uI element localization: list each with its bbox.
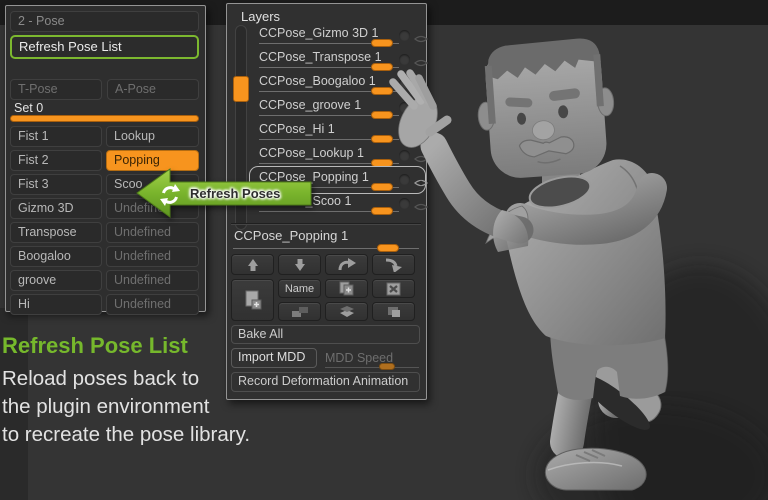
pose-panel-header[interactable]: 2 - Pose <box>10 11 199 32</box>
layer-name: CCPose_Hi 1 <box>259 122 335 136</box>
layers-panel-title: Layers <box>241 9 280 24</box>
eye-icon[interactable] <box>414 199 428 217</box>
refresh-icon <box>158 183 182 207</box>
eye-icon[interactable] <box>414 55 428 73</box>
layer-intensity-slider[interactable] <box>371 207 393 215</box>
record-dot-icon[interactable] <box>399 126 410 137</box>
rename-layer-button[interactable]: Name <box>278 279 321 298</box>
flatten-layer-icon <box>386 305 402 318</box>
layer-name: CCPose_Boogaloo 1 <box>259 74 376 88</box>
new-layer-button[interactable] <box>231 279 274 321</box>
pose-slot-boogaloo[interactable]: Boogaloo <box>10 246 102 267</box>
layer-name: CCPose_Transpose 1 <box>259 50 382 64</box>
set-label: Set 0 <box>14 101 43 115</box>
a-pose-button[interactable]: A-Pose <box>107 79 199 100</box>
caption-line-3: to recreate the pose library. <box>2 421 262 449</box>
pose-slot-transpose[interactable]: Transpose <box>10 222 102 243</box>
layer-row-hi[interactable]: CCPose_Hi 1 <box>257 122 423 144</box>
move-layer-down-button[interactable] <box>278 254 321 275</box>
delete-layer-button[interactable] <box>372 279 415 298</box>
layer-row-lookup[interactable]: CCPose_Lookup 1 <box>257 146 423 168</box>
merge-down-button[interactable] <box>278 302 321 321</box>
record-dot-icon[interactable] <box>399 102 410 113</box>
layer-intensity-slider[interactable] <box>371 135 393 143</box>
record-dot-icon[interactable] <box>399 150 410 161</box>
pose-slot-fist2[interactable]: Fist 2 <box>10 150 102 171</box>
active-layer-slider[interactable] <box>377 244 399 252</box>
eye-icon[interactable] <box>414 127 428 145</box>
branch-down-button[interactable] <box>372 254 415 275</box>
refresh-pose-list-button[interactable]: Refresh Pose List <box>10 35 199 59</box>
merge-down-icon <box>291 306 309 318</box>
split-layer-button[interactable] <box>325 302 368 321</box>
set-slider[interactable] <box>10 115 199 122</box>
duplicate-layer-button[interactable] <box>325 279 368 298</box>
pose-slot-fist1[interactable]: Fist 1 <box>10 126 102 147</box>
pose-slot-hi[interactable]: Hi <box>10 294 102 315</box>
refresh-poses-callout: Refresh Poses <box>134 166 314 220</box>
eye-icon[interactable] <box>414 79 428 97</box>
layer-intensity-slider[interactable] <box>371 87 393 95</box>
arrow-down-icon <box>292 258 308 272</box>
eye-icon[interactable] <box>414 31 428 49</box>
layer-name: CCPose_Gizmo 3D 1 <box>259 26 379 40</box>
layers-scroll-handle[interactable] <box>233 76 249 102</box>
eye-icon[interactable] <box>414 175 428 193</box>
layer-intensity-slider[interactable] <box>371 63 393 71</box>
record-deformation-button[interactable]: Record Deformation Animation <box>231 372 420 392</box>
flatten-layer-button[interactable] <box>372 302 415 321</box>
zbrush-workspace: 2 - Pose Refresh Pose List T-Pose A-Pose… <box>0 0 768 500</box>
move-layer-up-button[interactable] <box>231 254 274 275</box>
mdd-speed-track <box>325 367 419 368</box>
active-layer-name: CCPose_Popping 1 <box>234 228 348 243</box>
layer-row-gizmo3d[interactable]: CCPose_Gizmo 3D 1 <box>257 26 423 48</box>
pose-slot-groove[interactable]: groove <box>10 270 102 291</box>
refresh-poses-label: Refresh Poses <box>190 186 280 201</box>
layer-row-transpose[interactable]: CCPose_Transpose 1 <box>257 50 423 72</box>
layer-intensity-slider[interactable] <box>371 111 393 119</box>
pose-slot-gizmo3d[interactable]: Gizmo 3D <box>10 198 102 219</box>
arrow-up-icon <box>245 258 261 272</box>
mdd-speed-slider[interactable] <box>379 363 395 370</box>
duplicate-icon <box>338 281 356 296</box>
layer-intensity-slider[interactable] <box>371 39 393 47</box>
curved-arrow-right-icon <box>337 257 357 272</box>
caption-block: Refresh Pose List Reload poses back to t… <box>2 333 262 449</box>
pose-slot-fist3[interactable]: Fist 3 <box>10 174 102 195</box>
layer-row-boogaloo[interactable]: CCPose_Boogaloo 1 <box>257 74 423 96</box>
record-dot-icon[interactable] <box>399 54 410 65</box>
pose-slot-undefined-3[interactable]: Undefined <box>106 246 199 267</box>
layer-name: CCPose_Lookup 1 <box>259 146 364 160</box>
layer-name: CCPose_groove 1 <box>259 98 361 112</box>
pose-plugin-panel: 2 - Pose Refresh Pose List T-Pose A-Pose… <box>5 5 206 312</box>
curved-arrow-down-right-icon <box>384 257 404 272</box>
layer-intensity-slider[interactable] <box>371 183 393 191</box>
bake-all-button[interactable]: Bake All <box>231 325 420 344</box>
eye-icon[interactable] <box>414 103 428 121</box>
pose-slot-lookup[interactable]: Lookup <box>106 126 199 147</box>
delete-icon <box>386 282 401 296</box>
pose-slot-undefined-2[interactable]: Undefined <box>106 222 199 243</box>
t-pose-button[interactable]: T-Pose <box>10 79 102 100</box>
new-layer-icon <box>244 290 262 310</box>
separator <box>231 223 421 224</box>
split-layer-icon <box>339 305 355 318</box>
caption-title: Refresh Pose List <box>2 333 262 359</box>
layer-row-groove[interactable]: CCPose_groove 1 <box>257 98 423 120</box>
record-dot-icon[interactable] <box>399 78 410 89</box>
record-dot-icon[interactable] <box>399 198 410 209</box>
import-mdd-button[interactable]: Import MDD <box>231 348 317 368</box>
caption-line-2: the plugin environment <box>2 393 262 421</box>
caption-line-1: Reload poses back to <box>2 365 262 393</box>
redo-curve-button[interactable] <box>325 254 368 275</box>
record-dot-icon[interactable] <box>399 30 410 41</box>
record-dot-icon[interactable] <box>399 174 410 185</box>
pose-slot-undefined-5[interactable]: Undefined <box>106 294 199 315</box>
pose-slot-undefined-4[interactable]: Undefined <box>106 270 199 291</box>
